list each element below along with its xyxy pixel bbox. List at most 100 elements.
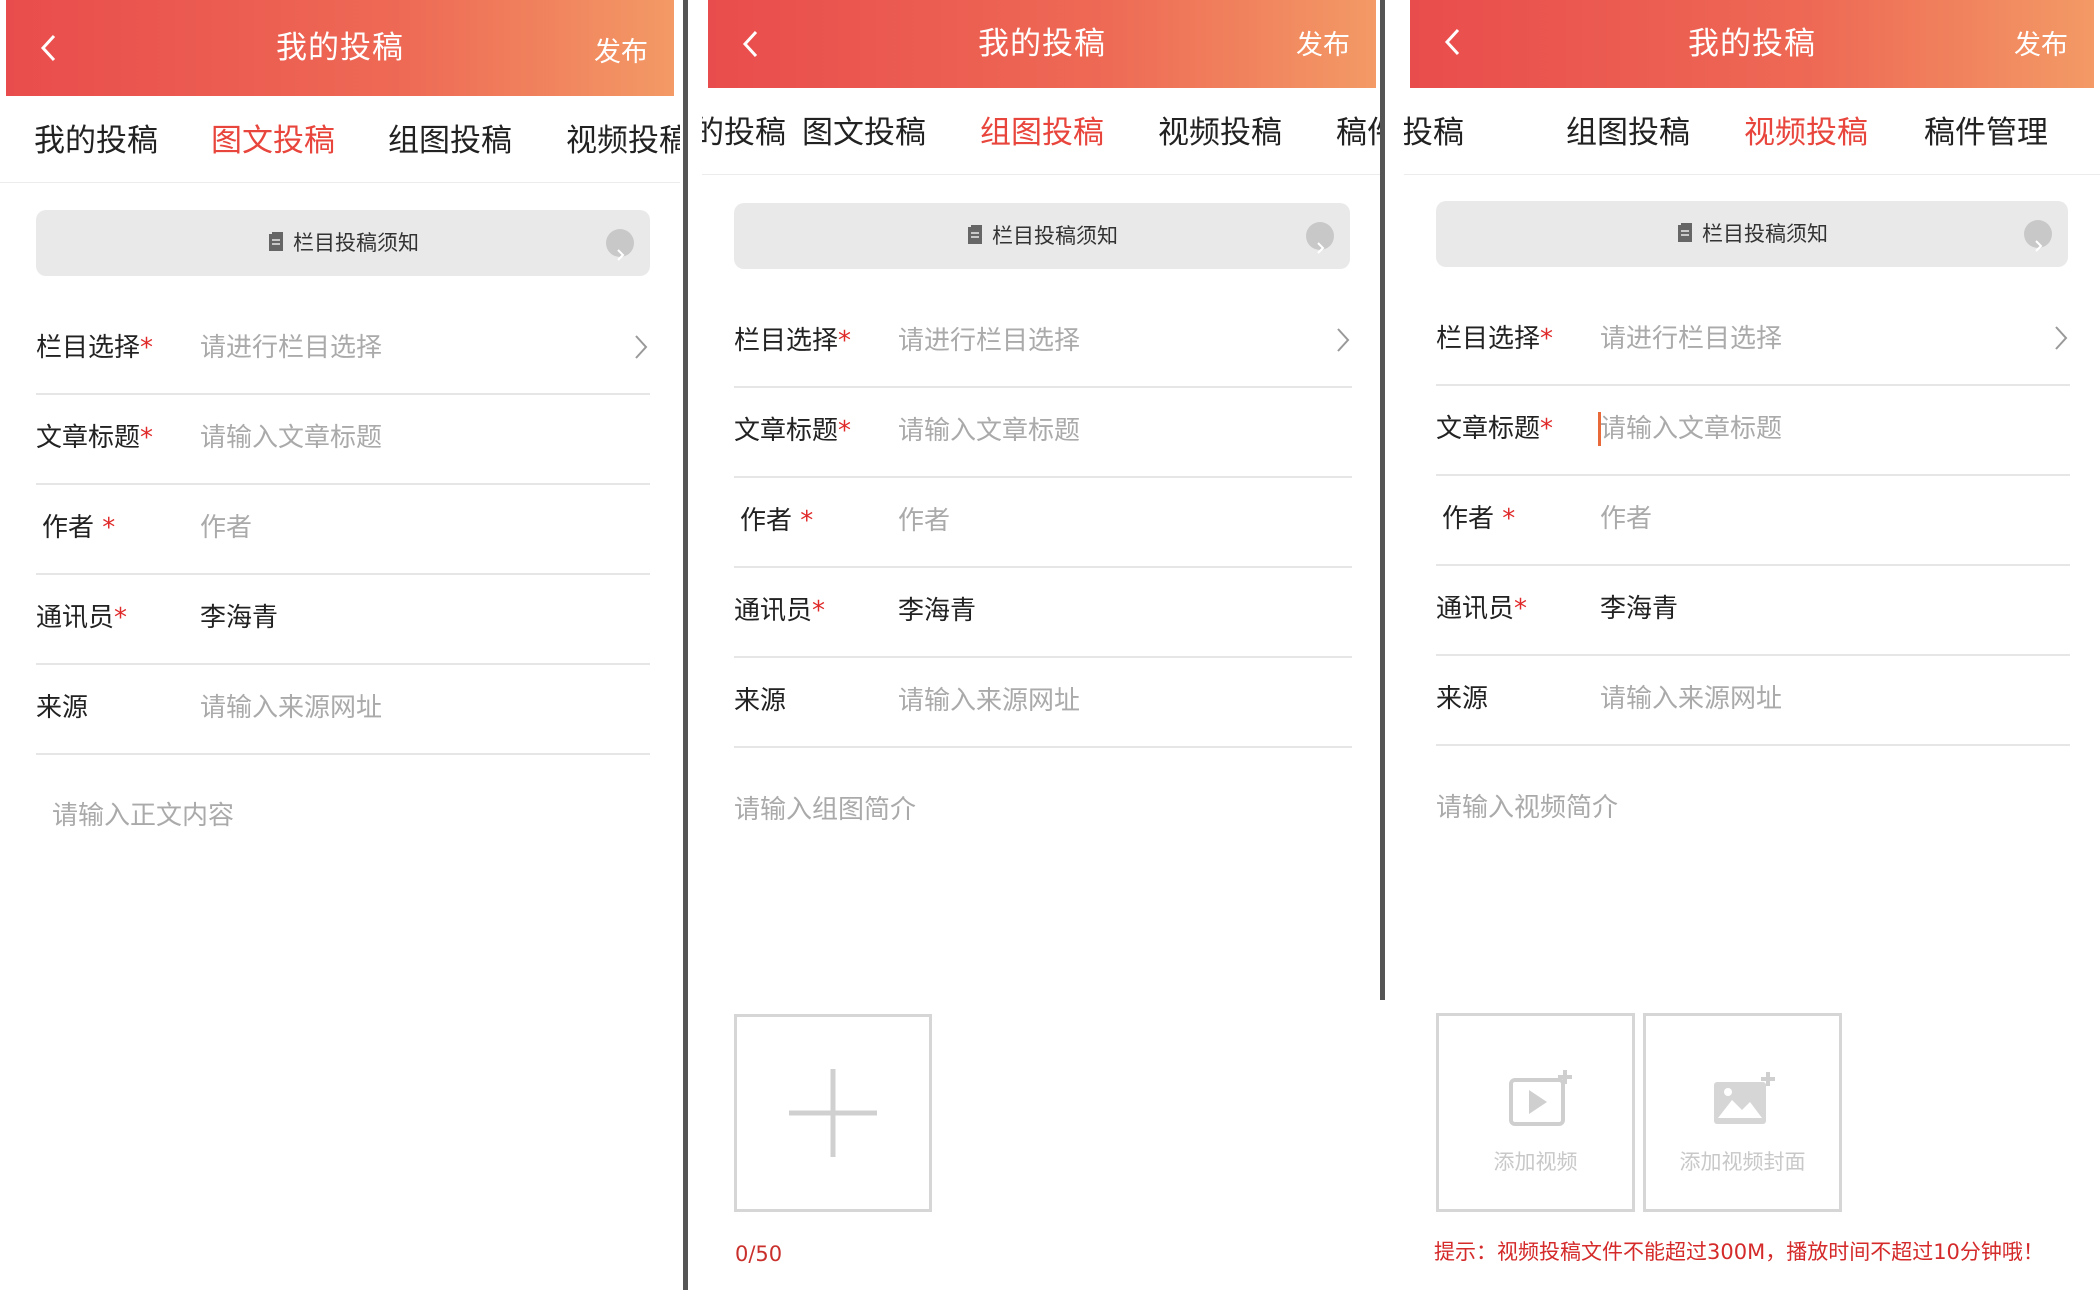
tab-gallery[interactable]: 组图投稿 (388, 96, 512, 182)
publish-button[interactable]: 发布 (1296, 0, 1350, 92)
panel-divider (1380, 0, 1385, 1000)
notice-label: 栏目投稿须知 (992, 224, 1118, 248)
panel-divider (683, 0, 688, 1290)
column-select-placeholder: 请进行栏目选择 (1600, 324, 1783, 354)
plus-icon (789, 1069, 877, 1157)
add-cover-button[interactable]: 添加视频封面 (1643, 1013, 1842, 1212)
body-content-input[interactable]: 请输入正文内容 (52, 795, 234, 832)
gallery-intro-input[interactable]: 请输入组图简介 (734, 789, 916, 826)
app-header: 我的投稿 发布 (6, 0, 674, 96)
author-label: 作者 * (1442, 504, 1516, 534)
title-row: 文章标题* 请输入文章标题 (1436, 384, 2070, 476)
source-row: 来源 请输入来源网址 (1436, 654, 2070, 746)
tab-bar: 我的投稿 图文投稿 组图投稿 视频投稿 稿件管理 (702, 88, 1382, 175)
correspondent-row: 通讯员* 李海青 (734, 566, 1352, 658)
source-row: 来源 请输入来源网址 (36, 663, 650, 755)
notice-label: 栏目投稿须知 (293, 231, 419, 255)
title-row: 文章标题* 请输入文章标题 (36, 393, 650, 485)
notice-label: 栏目投稿须知 (1702, 222, 1828, 246)
tab-video[interactable]: 视频投稿 (1158, 88, 1282, 174)
chevron-right-icon (635, 335, 648, 359)
video-intro-input[interactable]: 请输入视频简介 (1436, 787, 1618, 824)
author-input[interactable]: 作者 (898, 476, 950, 566)
correspondent-value[interactable]: 李海青 (898, 566, 976, 656)
chevron-right-circle-icon (1306, 222, 1334, 254)
page-title: 我的投稿 (1688, 26, 1816, 62)
document-icon (968, 225, 982, 244)
submission-notice-bar[interactable]: 栏目投稿须知 (734, 203, 1350, 269)
publish-button[interactable]: 发布 (2014, 0, 2068, 92)
add-video-icon (1509, 1070, 1572, 1126)
correspondent-label: 通讯员* (1436, 594, 1528, 624)
tab-manage[interactable]: 稿件管理 (1336, 88, 1382, 174)
tab-video[interactable]: 视频投稿 (566, 96, 680, 182)
screen-graphic-submission: 我的投稿 发布 我的投稿 图文投稿 组图投稿 视频投稿 栏目投稿须知 栏目选择*… (0, 0, 680, 1290)
add-cover-label: 添加视频封面 (1679, 1150, 1806, 1174)
column-label: 栏目选择* (36, 333, 154, 363)
source-label: 来源 (36, 693, 89, 723)
title-input[interactable]: 请输入文章标题 (200, 393, 382, 483)
publish-button[interactable]: 发布 (594, 0, 648, 106)
author-input[interactable]: 作者 (200, 483, 252, 573)
correspondent-row: 通讯员* 李海青 (36, 573, 650, 665)
correspondent-value[interactable]: 李海青 (1600, 564, 1678, 654)
chevron-right-icon (2055, 326, 2068, 350)
page-title: 我的投稿 (978, 26, 1106, 62)
author-row: 作者 * 作者 (1436, 474, 2070, 566)
document-icon (269, 232, 283, 251)
page-title: 我的投稿 (276, 30, 404, 66)
column-select-row[interactable]: 栏目选择* 请进行栏目选择 (36, 303, 650, 395)
tab-gallery[interactable]: 组图投稿 (1566, 88, 1690, 174)
tab-graphic[interactable]: 图文投稿 (802, 88, 926, 174)
app-header: 我的投稿 发布 (708, 0, 1376, 88)
tab-graphic[interactable]: 图文投稿 (211, 96, 335, 182)
author-input[interactable]: 作者 (1600, 474, 1652, 564)
source-row: 来源 请输入来源网址 (734, 656, 1352, 748)
tab-bar: 图文投稿 组图投稿 视频投稿 稿件管理 (1404, 88, 2100, 175)
chevron-right-circle-icon (2024, 220, 2052, 252)
add-video-label: 添加视频 (1493, 1150, 1578, 1174)
title-input[interactable]: 请输入文章标题 (898, 386, 1080, 476)
source-input[interactable]: 请输入来源网址 (898, 656, 1080, 746)
column-select-placeholder: 请进行栏目选择 (200, 333, 383, 363)
add-video-button[interactable]: 添加视频 (1436, 1013, 1635, 1212)
tab-my-submissions[interactable]: 我的投稿 (702, 88, 786, 174)
source-label: 来源 (1436, 684, 1489, 714)
tab-my-submissions[interactable]: 我的投稿 (34, 96, 158, 182)
title-label: 文章标题* (36, 423, 154, 453)
image-counter: 0/50 (735, 1242, 783, 1266)
document-icon (1678, 223, 1692, 242)
tab-gallery[interactable]: 组图投稿 (980, 88, 1104, 174)
author-label: 作者 * (740, 506, 814, 536)
author-label: 作者 * (42, 513, 116, 543)
tab-bar: 我的投稿 图文投稿 组图投稿 视频投稿 (0, 96, 680, 183)
correspondent-value[interactable]: 李海青 (200, 573, 278, 663)
screen-video-submission: 我的投稿 发布 图文投稿 组图投稿 视频投稿 稿件管理 栏目投稿须知 栏目选择*… (1404, 0, 2100, 1290)
submission-notice-bar[interactable]: 栏目投稿须知 (36, 210, 650, 276)
tab-manage[interactable]: 稿件管理 (1924, 88, 2048, 174)
chevron-right-icon (1337, 328, 1350, 352)
title-input[interactable]: 请输入文章标题 (1600, 384, 1782, 474)
correspondent-label: 通讯员* (734, 596, 826, 626)
title-label: 文章标题* (734, 416, 852, 446)
correspondent-row: 通讯员* 李海青 (1436, 564, 2070, 656)
tab-graphic[interactable]: 图文投稿 (1404, 88, 1464, 174)
submission-notice-bar[interactable]: 栏目投稿须知 (1436, 201, 2068, 267)
source-input[interactable]: 请输入来源网址 (1600, 654, 1782, 744)
screen-gallery-submission: 我的投稿 发布 我的投稿 图文投稿 组图投稿 视频投稿 稿件管理 栏目投稿须知 … (702, 0, 1382, 1000)
column-select-placeholder: 请进行栏目选择 (898, 326, 1081, 356)
column-label: 栏目选择* (734, 326, 852, 356)
add-image-icon (1714, 1072, 1775, 1124)
source-input[interactable]: 请输入来源网址 (200, 663, 382, 753)
tab-video[interactable]: 视频投稿 (1744, 88, 1868, 174)
column-select-row[interactable]: 栏目选择* 请进行栏目选择 (1436, 294, 2070, 386)
author-row: 作者 * 作者 (36, 483, 650, 575)
title-label: 文章标题* (1436, 414, 1554, 444)
author-row: 作者 * 作者 (734, 476, 1352, 568)
column-select-row[interactable]: 栏目选择* 请进行栏目选择 (734, 296, 1352, 388)
upload-tip: 提示：视频投稿文件不能超过300M，播放时间不超过10分钟哦！ (1434, 1240, 2044, 1264)
app-header: 我的投稿 发布 (1410, 0, 2094, 88)
title-row: 文章标题* 请输入文章标题 (734, 386, 1352, 478)
column-label: 栏目选择* (1436, 324, 1554, 354)
add-image-button[interactable] (734, 1014, 932, 1212)
